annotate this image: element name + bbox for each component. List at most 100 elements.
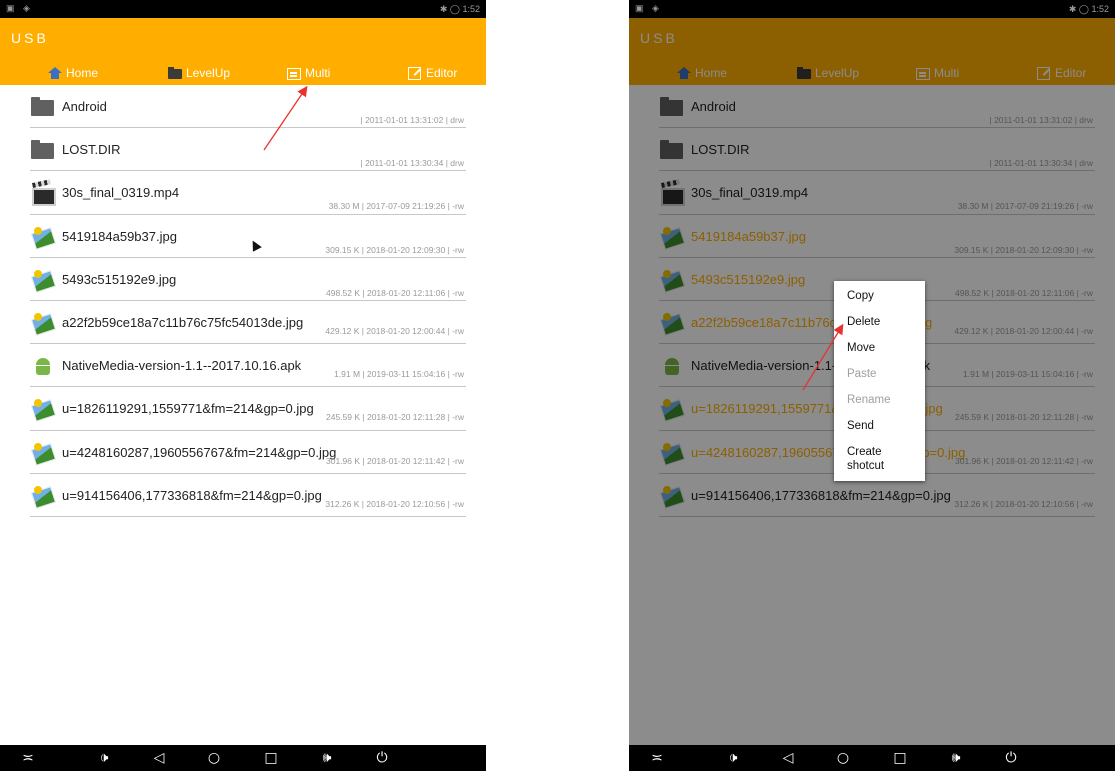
file-name: u=914156406,177336818&fm=214&gp=0.jpg <box>62 487 322 503</box>
levelup-label: LevelUp <box>186 66 231 80</box>
folder-icon <box>31 97 54 116</box>
file-row[interactable]: NativeMedia-version-1.1--2017.10.16.apk 1… <box>0 344 486 388</box>
app-bar: USB Home LevelUp Multi Editor <box>629 18 1115 85</box>
menu-item-paste[interactable]: Paste <box>847 367 876 381</box>
toolbar: Home LevelUp Multi Editor <box>0 62 486 84</box>
file-name: 30s_final_0319.mp4 <box>691 185 809 201</box>
file-meta: | 2011-01-01 13:30:34 | drw <box>360 158 465 169</box>
menu-item-send[interactable]: Send <box>847 419 874 433</box>
power-icon[interactable]: ⏻ <box>373 749 391 767</box>
file-row[interactable]: a22f2b59ce18a7c11b76c75fc54013de.jpg 429.… <box>0 301 486 345</box>
levelup-button[interactable]: LevelUp <box>168 62 230 84</box>
video-icon <box>31 183 56 207</box>
home-circle-icon[interactable]: ○ <box>205 749 223 767</box>
file-row[interactable]: LOST.DIR | 2011-01-01 13:30:34 | drw <box>0 128 486 172</box>
file-row[interactable]: u=4248160287,1960556767&fm=214&gp=0.jpg 3… <box>0 431 486 474</box>
file-row[interactable]: Android | 2011-01-01 13:31:02 | drw <box>0 85 486 129</box>
app-bar: USB Home LevelUp Multi Editor <box>0 18 486 85</box>
edit-icon <box>408 67 422 80</box>
image-icon <box>660 485 683 505</box>
image-icon <box>660 269 683 289</box>
file-name: a22f2b59ce18a7c11b76c75fc54013de.jpg <box>62 314 304 330</box>
volume-up-icon[interactable]: 🕪 <box>947 749 965 767</box>
file-name: u=914156406,177336818&fm=214&gp=0.jpg <box>691 487 951 503</box>
collapse-icon[interactable]: ≍ <box>648 749 666 767</box>
file-name: u=4248160287,1960556767&fm=214&gp=0.jpg <box>62 444 337 460</box>
editor-button[interactable]: Editor <box>408 62 457 84</box>
file-row[interactable]: u=914156406,177336818&fm=214&gp=0.jpg 312… <box>0 474 486 517</box>
navigation-bar: ≍ 🕩 ◁ ○ □ 🕪 ⏻ <box>0 745 486 771</box>
folder-up-icon <box>168 67 182 79</box>
video-icon <box>660 183 685 207</box>
home-circle-icon[interactable]: ○ <box>834 749 852 767</box>
context-menu: Copy Delete Move Paste Rename Send Create shotc… <box>834 281 925 481</box>
file-name: u=1826119291,1559771&fm=214&gp=0.jpg <box>62 401 314 417</box>
image-icon <box>31 226 54 246</box>
image-icon <box>31 485 54 505</box>
file-meta: 38.30 M | 2017-07-09 21:19:26 | -rw <box>957 201 1093 212</box>
menu-item-copy[interactable]: Copy <box>847 289 874 303</box>
file-meta: 498.52 K | 2018-01-20 12:11:06 | -rw <box>955 287 1093 298</box>
home-icon <box>677 67 691 79</box>
back-icon[interactable]: ◁ <box>150 749 168 767</box>
edit-icon <box>1037 67 1051 80</box>
file-row[interactable]: 30s_final_0319.mp4 38.30 M | 2017-07-09 2… <box>629 171 1115 215</box>
volume-down-icon[interactable]: 🕩 <box>95 749 113 767</box>
volume-down-icon[interactable]: 🕩 <box>724 749 742 767</box>
status-bar: ▣ ◈ ✱ ◯ 1:52 <box>0 0 486 18</box>
file-row[interactable]: 5419184a59b37.jpg 309.15 K | 2018-01-20 1… <box>0 215 486 258</box>
back-icon[interactable]: ◁ <box>779 749 797 767</box>
volume-up-icon[interactable]: 🕪 <box>318 749 336 767</box>
menu-item-create[interactable]: Create shotcut <box>847 445 884 473</box>
navigation-bar: ≍ 🕩 ◁ ○ □ 🕪 ⏻ <box>629 745 1115 771</box>
multi-select-icon <box>916 67 930 80</box>
file-name: LOST.DIR <box>62 142 121 158</box>
status-bar: ▣ ◈ ✱ ◯ 1:52 <box>629 0 1115 18</box>
image-icon <box>31 269 54 289</box>
file-row[interactable]: 5493c515192e9.jpg 498.52 K | 2018-01-20 1… <box>0 258 486 301</box>
file-row[interactable]: 5419184a59b37.jpg 309.15 K | 2018-01-20 1… <box>629 215 1115 258</box>
editor-button[interactable]: Editor <box>1037 62 1086 84</box>
file-meta: 312.26 K | 2018-01-20 12:10:56 | -rw <box>325 498 464 509</box>
menu-item-rename[interactable]: Rename <box>847 393 890 407</box>
file-meta: 1.91 M | 2019-03-11 15:04:16 | -rw <box>963 369 1093 380</box>
recents-icon[interactable]: □ <box>891 749 909 767</box>
file-name: 5419184a59b37.jpg <box>62 228 177 244</box>
home-button[interactable]: Home <box>677 62 727 84</box>
multi-button[interactable]: Multi <box>287 62 330 84</box>
home-button[interactable]: Home <box>48 62 98 84</box>
device-screen-after: ▣ ◈ ✱ ◯ 1:52 USB Home LevelUp Multi Edit… <box>629 0 1115 771</box>
app-title: USB <box>640 30 678 46</box>
editor-label: Editor <box>426 66 458 80</box>
power-icon[interactable]: ⏻ <box>1002 749 1020 767</box>
folder-icon <box>31 140 54 160</box>
file-meta: 429.12 K | 2018-01-20 12:00:44 | -rw <box>954 325 1093 336</box>
menu-item-move[interactable]: Move <box>847 341 875 355</box>
file-row[interactable]: Android | 2011-01-01 13:31:02 | drw <box>629 85 1115 129</box>
file-meta: 301.96 K | 2018-01-20 12:11:42 | -rw <box>955 455 1093 466</box>
app-title: USB <box>11 30 49 46</box>
status-right-icons: ✱ ◯ 1:52 <box>1068 4 1109 14</box>
file-row[interactable]: u=1826119291,1559771&fm=214&gp=0.jpg 245.… <box>0 387 486 431</box>
menu-item-delete[interactable]: Delete <box>847 315 880 329</box>
file-meta: 245.59 K | 2018-01-20 12:11:28 | -rw <box>955 412 1093 423</box>
file-meta: 498.52 K | 2018-01-20 12:11:06 | -rw <box>326 287 464 298</box>
levelup-button[interactable]: LevelUp <box>797 62 859 84</box>
folder-up-icon <box>797 67 811 79</box>
home-icon <box>48 67 62 79</box>
toolbar: Home LevelUp Multi Editor <box>629 62 1115 84</box>
file-name: NativeMedia-version-1.1--2017.10.16.apk <box>62 358 302 374</box>
status-left-icons: ▣ ◈ <box>6 3 33 13</box>
collapse-icon[interactable]: ≍ <box>19 749 37 767</box>
file-name: Android <box>691 99 736 114</box>
multi-button[interactable]: Multi <box>916 62 959 84</box>
image-icon <box>31 312 54 332</box>
file-row[interactable]: LOST.DIR | 2011-01-01 13:30:34 | drw <box>629 128 1115 172</box>
file-row[interactable]: 30s_final_0319.mp4 38.30 M | 2017-07-09 2… <box>0 171 486 215</box>
recents-icon[interactable]: □ <box>262 749 280 767</box>
row-divider <box>30 515 466 517</box>
apk-icon <box>31 356 54 376</box>
editor-label: Editor <box>1055 66 1087 80</box>
image-icon <box>660 226 683 246</box>
file-meta: 38.30 M | 2017-07-09 21:19:26 | -rw <box>328 201 464 212</box>
